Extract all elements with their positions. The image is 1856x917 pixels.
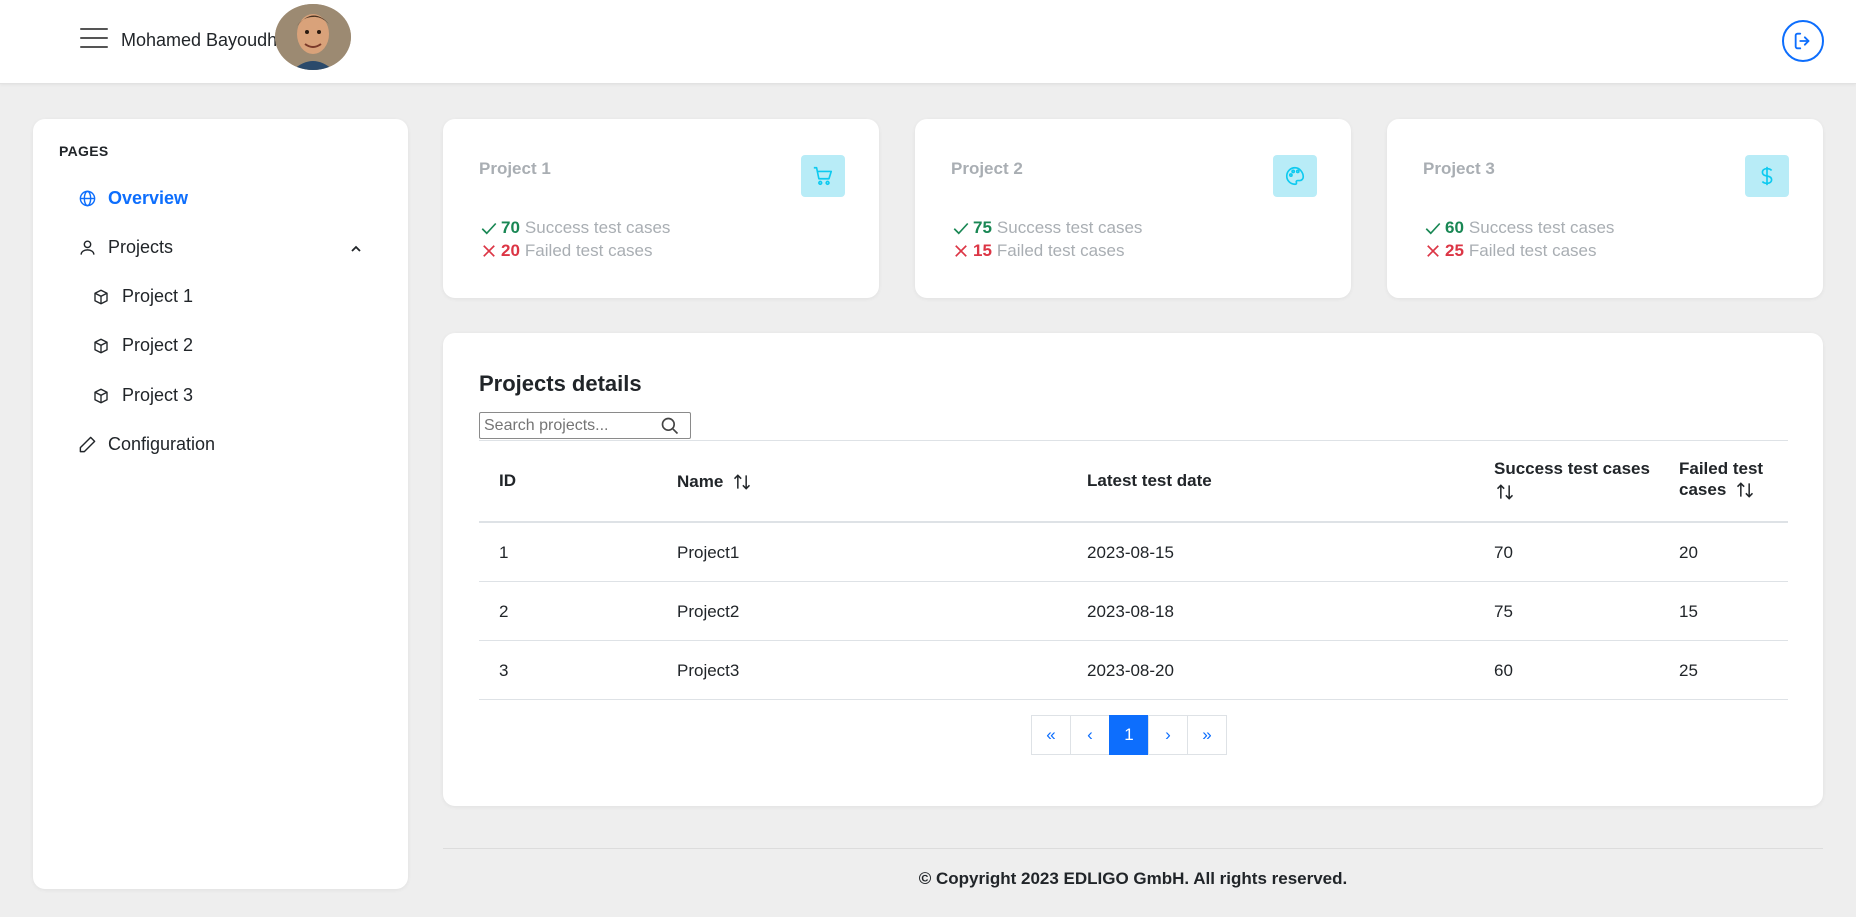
success-stat: 75 Success test cases (951, 218, 1142, 238)
next-page-button[interactable]: › (1148, 715, 1188, 755)
palette-icon (1273, 155, 1317, 197)
pencil-icon (77, 435, 97, 455)
column-header-success: Success test cases (1494, 459, 1650, 507)
sidebar-item-label: Overview (108, 188, 189, 208)
x-icon (479, 241, 499, 261)
failed-stat: 25 Failed test cases (1423, 241, 1596, 261)
box-icon (91, 336, 111, 356)
footer-divider (443, 848, 1823, 849)
page-button-current[interactable]: 1 (1109, 715, 1149, 755)
column-header-id: ID (499, 471, 516, 490)
failed-stat: 15 Failed test cases (951, 241, 1124, 261)
project-card-1: Project 1 70 Success test cases 20 Failed … (443, 119, 879, 298)
footer-copyright: © Copyright 2023 EDLIGO GmbH. All rights… (918, 869, 1348, 888)
card-title: Project 1 (479, 159, 551, 178)
sort-icon[interactable] (1734, 479, 1756, 501)
box-icon (91, 287, 111, 307)
projects-details-panel: Projects details ID Name Latest test dat… (443, 333, 1823, 806)
person-icon (77, 238, 97, 258)
avatar[interactable] (275, 4, 351, 70)
last-page-button[interactable]: » (1187, 715, 1227, 755)
top-navbar: Mohamed Bayoudhi (0, 0, 1856, 84)
project-card-2: Project 2 75 Success test cases 15 Failed … (915, 119, 1351, 298)
search-input[interactable] (484, 415, 654, 436)
card-title: Project 2 (951, 159, 1023, 178)
table-row: 1 Project1 2023-08-15 70 20 (479, 523, 1788, 582)
prev-page-button[interactable]: ‹ (1070, 715, 1110, 755)
table-header: ID Name Latest test date Success test ca… (479, 441, 1788, 523)
pagination: « ‹ 1 › » (1031, 715, 1227, 755)
card-title: Project 3 (1423, 159, 1495, 178)
box-icon (91, 386, 111, 406)
sort-icon[interactable] (1494, 481, 1516, 503)
project-card-3: Project 3 60 Success test cases 25 Failed … (1387, 119, 1823, 298)
column-header-failed: Failed test cases (1679, 459, 1764, 501)
sidebar-item-project-2[interactable]: Project 2 (91, 335, 193, 356)
sidebar-item-label: Project 2 (122, 335, 194, 355)
search-box (479, 412, 691, 439)
check-icon (1423, 218, 1443, 238)
sidebar-item-label: Configuration (108, 434, 216, 454)
globe-icon (77, 189, 97, 209)
sidebar-item-label: Projects (108, 237, 174, 257)
x-icon (1423, 241, 1443, 261)
projects-table: ID Name Latest test date Success test ca… (479, 440, 1788, 700)
sidebar-item-project-1[interactable]: Project 1 (91, 286, 193, 307)
sidebar-item-overview[interactable]: Overview (77, 188, 188, 209)
check-icon (479, 218, 499, 238)
logout-button[interactable] (1782, 20, 1824, 62)
first-page-button[interactable]: « (1031, 715, 1071, 755)
sidebar-item-label: Project 1 (122, 286, 194, 306)
sidebar-item-projects[interactable]: Projects (77, 237, 173, 258)
success-stat: 70 Success test cases (479, 218, 670, 238)
x-icon (951, 241, 971, 261)
sort-icon[interactable] (731, 471, 753, 493)
table-row: 2 Project2 2023-08-18 75 15 (479, 582, 1788, 641)
chevron-up-icon[interactable] (348, 241, 364, 257)
dollar-icon (1745, 155, 1789, 197)
user-name: Mohamed Bayoudhi (121, 30, 282, 50)
sidebar-item-configuration[interactable]: Configuration (77, 434, 215, 455)
success-stat: 60 Success test cases (1423, 218, 1614, 238)
logout-icon (1794, 32, 1810, 50)
column-header-name: Name (677, 471, 753, 493)
panel-title: Projects details (479, 371, 642, 396)
failed-stat: 20 Failed test cases (479, 241, 652, 261)
sidebar-item-label: Project 3 (122, 385, 194, 405)
check-icon (951, 218, 971, 238)
sidebar: PAGES Overview Projects Project 1 Projec… (33, 119, 408, 889)
column-header-date: Latest test date (1087, 471, 1212, 490)
cart-icon (801, 155, 845, 197)
sidebar-item-project-3[interactable]: Project 3 (91, 385, 193, 406)
menu-toggle-icon[interactable] (80, 28, 108, 50)
table-row: 3 Project3 2023-08-20 60 25 (479, 641, 1788, 700)
search-icon[interactable] (660, 416, 680, 436)
sidebar-heading: PAGES (59, 143, 109, 159)
